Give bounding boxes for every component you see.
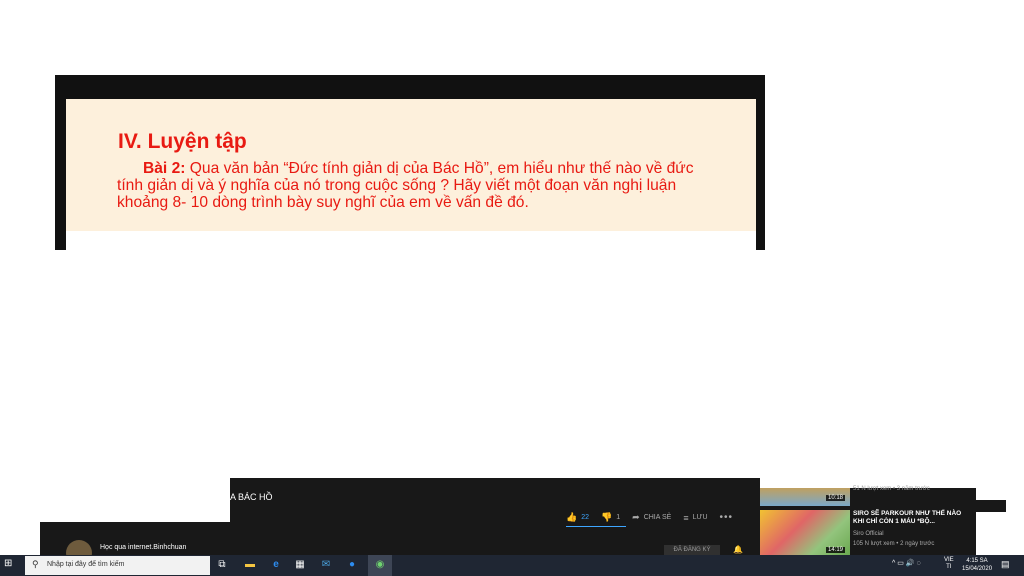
recommended-title-2[interactable]: SIRO SẼ PARKOUR NHƯ THẾ NÀO KHI CHỈ CÒN … <box>853 510 968 526</box>
windows-start-icon[interactable]: ⊞ <box>4 558 12 569</box>
lang-code: VIE <box>944 557 954 563</box>
video-actions: 👍 22 👎 1 ➦ CHIA SẺ ≡ LƯU ••• <box>566 512 733 523</box>
clock[interactable]: 4:15 SA 15/04/2020 <box>962 557 992 573</box>
zalo-icon[interactable]: ● <box>344 557 360 573</box>
search-placeholder: Nhập tại đây để tìm kiếm <box>47 561 125 568</box>
recommended-meta-1: 51 N lượt xem • 3 năm trước <box>853 486 930 492</box>
mail-icon[interactable]: ✉ <box>318 557 334 573</box>
lang-layout: TI <box>946 564 952 570</box>
edge-browser-icon[interactable]: e <box>268 557 284 573</box>
dislike-count: 1 <box>616 514 621 521</box>
occluded-region <box>40 478 230 522</box>
search-icon: ⚲ <box>32 559 39 569</box>
bell-icon[interactable]: 🔔 <box>733 545 743 554</box>
system-tray-icons[interactable]: ^ ▭ 🔊 ◌ <box>892 559 921 567</box>
clock-time: 4:15 SA <box>966 558 988 564</box>
share-arrow-icon: ➦ <box>632 512 640 522</box>
save-button[interactable]: ≡ LƯU <box>683 513 707 523</box>
notification-icon[interactable]: ▤ <box>1001 559 1010 570</box>
like-count: 22 <box>581 514 590 521</box>
like-ratio-bar <box>566 526 626 527</box>
slide-heading: IV. Luyện tập <box>118 130 247 153</box>
video-duration-badge: 14:19 <box>826 547 846 553</box>
slide-cutoff <box>66 231 756 251</box>
channel-name[interactable]: Học qua internet.Binhchuan <box>100 544 186 551</box>
thumbs-down-icon: 👎 <box>601 512 613 522</box>
input-language[interactable]: VIE TI <box>944 557 954 571</box>
thumbs-up-icon: 👍 <box>566 512 578 522</box>
chrome-icon[interactable]: ◉ <box>372 557 388 573</box>
exercise-label: Bài 2: <box>143 160 186 177</box>
video-duration-badge: 10:18 <box>826 495 846 501</box>
video-title: A BÁC HỒ <box>230 492 273 502</box>
store-icon[interactable]: ▦ <box>292 557 308 573</box>
playlist-add-icon: ≡ <box>683 512 689 523</box>
share-button[interactable]: ➦ CHIA SẺ <box>632 512 671 523</box>
recommended-views-2: 105 N lượt xem • 2 ngày trước <box>853 541 935 547</box>
like-button[interactable]: 👍 22 <box>566 512 589 523</box>
exercise-question: Qua văn bản “Đức tính giản dị của Bác Hồ… <box>117 160 694 211</box>
more-actions-button[interactable]: ••• <box>720 512 734 523</box>
clock-date: 15/04/2020 <box>962 566 993 572</box>
share-label: CHIA SẺ <box>643 514 672 521</box>
recommended-channel-2[interactable]: Siro Official <box>853 531 884 537</box>
task-view-icon[interactable]: ⧉ <box>214 557 230 573</box>
exercise-text: Bài 2: Qua văn bản “Đức tính giản dị của… <box>117 160 717 211</box>
recommended-panel-edge <box>976 500 1006 512</box>
save-label: LƯU <box>692 514 708 521</box>
file-explorer-icon[interactable]: ▬ <box>242 557 258 573</box>
dislike-button[interactable]: 👎 1 <box>601 512 620 523</box>
